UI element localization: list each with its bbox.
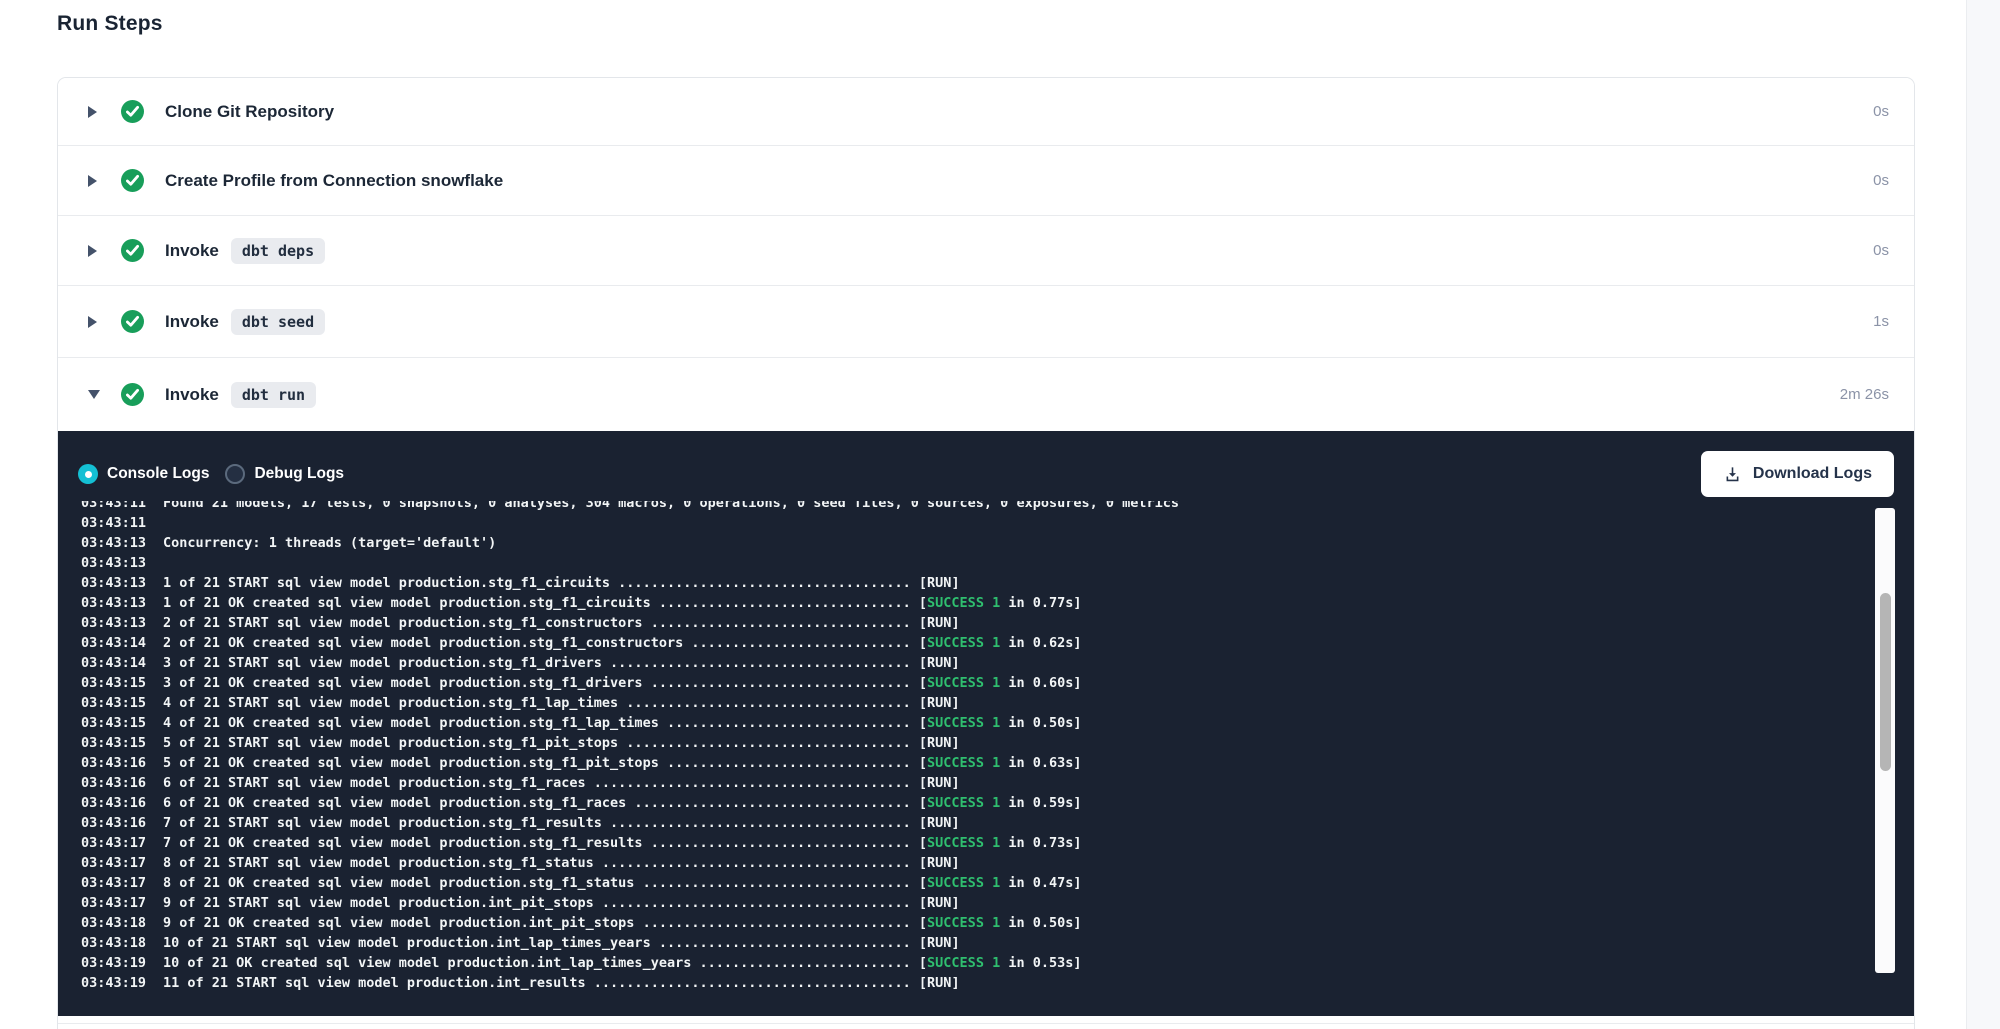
step-duration: 2m 26s <box>1840 386 1889 403</box>
log-line: 03:43:154 of 21 OK created sql view mode… <box>81 713 1854 733</box>
download-logs-label: Download Logs <box>1753 465 1872 483</box>
radio-debug-logs[interactable]: Debug Logs <box>225 464 344 484</box>
next-step-row-partial <box>58 1023 1914 1029</box>
step-label: Invoke <box>165 312 219 332</box>
log-scrollbar-track[interactable] <box>1875 508 1895 973</box>
step-label: Invoke <box>165 241 219 261</box>
log-line: 03:43:11Found 21 models, 17 tests, 0 sna… <box>81 501 1854 513</box>
step-row-create-profile[interactable]: Create Profile from Connection snowflake… <box>58 146 1914 216</box>
log-line: 03:43:178 of 21 START sql view model pro… <box>81 853 1854 873</box>
success-check-icon <box>121 383 144 406</box>
download-icon <box>1723 465 1742 484</box>
log-line: 03:43:142 of 21 OK created sql view mode… <box>81 633 1854 653</box>
page: Run Steps Clone Git Repository 0s Create… <box>0 0 2000 1029</box>
expand-caret-icon[interactable] <box>88 245 97 257</box>
radio-console-logs[interactable]: Console Logs <box>78 464 209 484</box>
success-check-icon <box>121 169 144 192</box>
command-badge: dbt deps <box>231 238 325 264</box>
log-line: 03:43:165 of 21 OK created sql view mode… <box>81 753 1854 773</box>
success-check-icon <box>121 100 144 123</box>
log-line: 03:43:1910 of 21 OK created sql view mod… <box>81 953 1854 973</box>
step-label: Clone Git Repository <box>165 102 334 122</box>
log-line: 03:43:132 of 21 START sql view model pro… <box>81 613 1854 633</box>
log-type-switcher: Console Logs Debug Logs <box>78 464 360 484</box>
log-line: 03:43:167 of 21 START sql view model pro… <box>81 813 1854 833</box>
log-line: 03:43:11 <box>81 513 1854 533</box>
step-row-dbt-deps[interactable]: Invoke dbt deps 0s <box>58 216 1914 286</box>
step-duration: 1s <box>1873 313 1889 330</box>
log-line: 03:43:131 of 21 OK created sql view mode… <box>81 593 1854 613</box>
success-check-icon <box>121 310 144 333</box>
run-steps-card: Clone Git Repository 0s Create Profile f… <box>57 77 1915 1029</box>
step-row-dbt-run[interactable]: Invoke dbt run 2m 26s <box>58 358 1914 431</box>
download-logs-button[interactable]: Download Logs <box>1701 451 1894 497</box>
log-line: 03:43:179 of 21 START sql view model pro… <box>81 893 1854 913</box>
step-duration: 0s <box>1873 172 1889 189</box>
step-label: Create Profile from Connection snowflake <box>165 171 503 191</box>
console-panel: Console Logs Debug Logs Download Logs 03… <box>58 431 1914 1016</box>
log-line: 03:43:13 <box>81 553 1854 573</box>
command-badge: dbt run <box>231 382 316 408</box>
log-line: 03:43:166 of 21 OK created sql view mode… <box>81 793 1854 813</box>
log-line: 03:43:155 of 21 START sql view model pro… <box>81 733 1854 753</box>
log-line: 03:43:178 of 21 OK created sql view mode… <box>81 873 1854 893</box>
log-line: 03:43:154 of 21 START sql view model pro… <box>81 693 1854 713</box>
log-line: 03:43:131 of 21 START sql view model pro… <box>81 573 1854 593</box>
log-line: 03:43:153 of 21 OK created sql view mode… <box>81 673 1854 693</box>
expand-caret-icon[interactable] <box>88 316 97 328</box>
log-line: 03:43:177 of 21 OK created sql view mode… <box>81 833 1854 853</box>
page-right-gutter <box>1966 0 2000 1029</box>
log-line: 03:43:166 of 21 START sql view model pro… <box>81 773 1854 793</box>
radio-unselected-icon[interactable] <box>225 464 245 484</box>
step-row-dbt-seed[interactable]: Invoke dbt seed 1s <box>58 286 1914 358</box>
console-log[interactable]: 03:43:11Found 21 models, 17 tests, 0 sna… <box>81 501 1854 1013</box>
log-line: 03:43:189 of 21 OK created sql view mode… <box>81 913 1854 933</box>
radio-selected-icon[interactable] <box>78 464 98 484</box>
command-badge: dbt seed <box>231 309 325 335</box>
log-scrollbar-thumb[interactable] <box>1880 593 1891 771</box>
radio-label: Debug Logs <box>254 465 344 483</box>
collapse-caret-icon[interactable] <box>88 390 100 399</box>
log-line: 03:43:1911 of 21 START sql view model pr… <box>81 973 1854 993</box>
step-row-clone-git[interactable]: Clone Git Repository 0s <box>58 78 1914 146</box>
expand-caret-icon[interactable] <box>88 175 97 187</box>
panel-bottom-gap <box>58 1016 1914 1023</box>
expand-caret-icon[interactable] <box>88 106 97 118</box>
log-line: 03:43:143 of 21 START sql view model pro… <box>81 653 1854 673</box>
success-check-icon <box>121 239 144 262</box>
log-line: 03:43:13Concurrency: 1 threads (target='… <box>81 533 1854 553</box>
step-label: Invoke <box>165 385 219 405</box>
radio-label: Console Logs <box>107 465 209 483</box>
step-duration: 0s <box>1873 103 1889 120</box>
step-duration: 0s <box>1873 242 1889 259</box>
log-line: 03:43:1810 of 21 START sql view model pr… <box>81 933 1854 953</box>
page-title: Run Steps <box>57 12 163 36</box>
